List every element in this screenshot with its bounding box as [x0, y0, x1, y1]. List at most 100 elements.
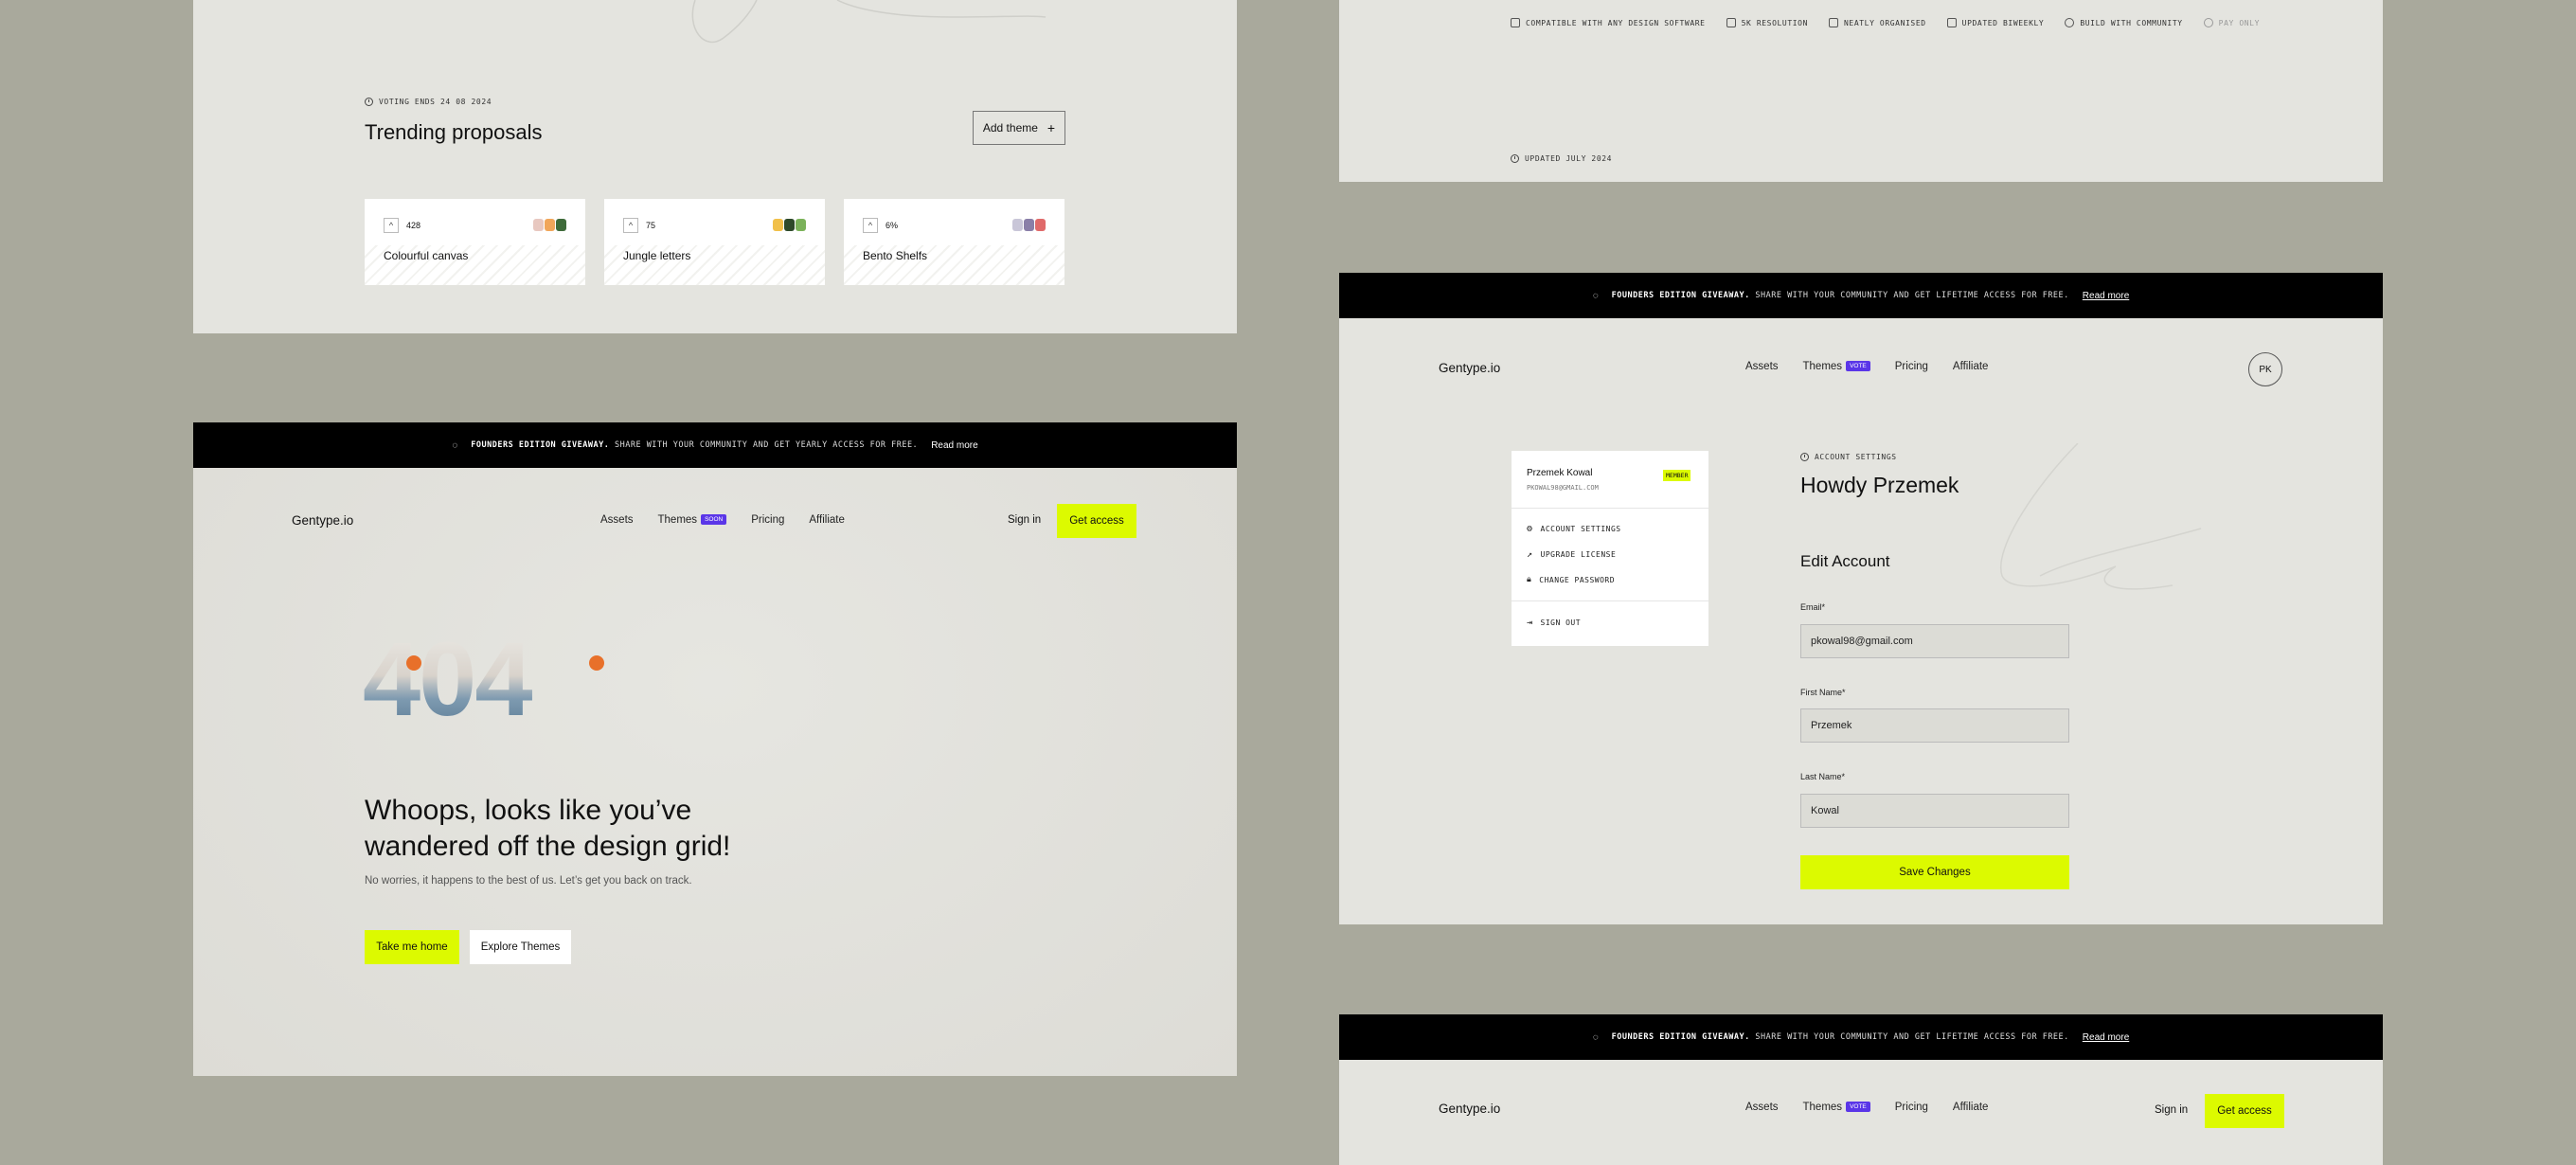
feature-item: UPDATED BIWEEKLY: [1946, 18, 2045, 27]
feature-list: COMPATIBLE WITH ANY DESIGN SOFTWARE 5K R…: [1511, 18, 2260, 27]
add-theme-button[interactable]: Add theme +: [973, 111, 1065, 145]
sign-in-link[interactable]: Sign in: [1008, 514, 1041, 526]
updated-meta: UPDATED JULY 2024: [1511, 154, 1612, 163]
gift-icon: ◌: [452, 439, 458, 451]
logo[interactable]: Gentype.io: [1439, 1102, 1500, 1116]
clock-icon: [365, 98, 373, 106]
vote-control[interactable]: ^ 428: [384, 218, 420, 233]
vote-badge: VOTE: [1846, 1102, 1870, 1113]
nav-pricing[interactable]: Pricing: [1895, 361, 1928, 372]
read-more-link[interactable]: Read more: [2083, 291, 2129, 301]
feature-item: BUILD WITH COMMUNITY: [2065, 18, 2182, 27]
proposal-card[interactable]: ^ 6% Bento Shelfs: [844, 199, 1064, 285]
feature-item: 5K RESOLUTION: [1726, 18, 1808, 27]
promo-banner: ◌ FOUNDERS EDITION GIVEAWAY. SHARE WITH …: [1339, 273, 2383, 318]
sun-decoration: [589, 655, 604, 671]
proposal-name: Bento Shelfs: [863, 249, 928, 262]
account-panel: ◌ FOUNDERS EDITION GIVEAWAY. SHARE WITH …: [1339, 273, 2383, 924]
signature-decoration: [691, 0, 1046, 44]
explore-themes-button[interactable]: Explore Themes: [470, 930, 571, 964]
nav-assets[interactable]: Assets: [1745, 1102, 1779, 1113]
sign-out-button[interactable]: ⇥ SIGN OUT: [1527, 618, 1581, 628]
clock-icon: [1800, 453, 1809, 461]
nav-assets[interactable]: Assets: [1745, 361, 1779, 372]
proposals-panel: VOTING ENDS 24 08 2024 Trending proposal…: [193, 0, 1237, 333]
upvote-icon[interactable]: ^: [384, 218, 399, 233]
divider: [1512, 600, 1708, 601]
greeting: Howdy Przemek: [1800, 473, 1959, 497]
nav-affiliate[interactable]: Affiliate: [1953, 1102, 1989, 1113]
vote-control[interactable]: ^ 75: [623, 218, 655, 233]
error-code-404: 404: [363, 628, 637, 732]
nav-pricing[interactable]: Pricing: [1895, 1102, 1928, 1113]
features-panel: COMPATIBLE WITH ANY DESIGN SOFTWARE 5K R…: [1339, 0, 2383, 182]
account-sidebar: Przemek Kowal PKOWAL98@GMAIL.COM MEMBER …: [1512, 451, 1708, 646]
main-nav: Assets Themes VOTE Pricing Affiliate: [1745, 1102, 1988, 1113]
feature-item: PAY ONLY: [2203, 18, 2260, 27]
sun-decoration: [406, 655, 421, 671]
feature-item: NEATLY ORGANISED: [1829, 18, 1926, 27]
signature-decoration: [2000, 443, 2202, 590]
community-icon: [2065, 18, 2075, 27]
promo-banner: ◌ FOUNDERS EDITION GIVEAWAY. SHARE WITH …: [193, 422, 1237, 468]
proposal-name: Colourful canvas: [384, 249, 469, 262]
read-more-link[interactable]: Read more: [2083, 1032, 2129, 1043]
proposal-card[interactable]: ^ 428 Colourful canvas: [365, 199, 585, 285]
main-nav: Assets Themes SOON Pricing Affiliate: [600, 514, 845, 526]
error-subtext: No worries, it happens to the best of us…: [365, 875, 692, 887]
nav-affiliate[interactable]: Affiliate: [809, 514, 845, 526]
sign-out-icon: ⇥: [1527, 618, 1533, 628]
upvote-icon[interactable]: ^: [623, 218, 638, 233]
read-more-link[interactable]: Read more: [931, 440, 977, 451]
proposal-name: Jungle letters: [623, 249, 691, 262]
box-icon: [1829, 18, 1838, 27]
nav-themes[interactable]: Themes SOON: [658, 514, 727, 526]
link-icon: [2203, 18, 2213, 27]
nav-pricing[interactable]: Pricing: [751, 514, 784, 526]
nav-assets[interactable]: Assets: [600, 514, 634, 526]
first-name-label: First Name*: [1800, 688, 1846, 697]
edit-account-title: Edit Account: [1800, 552, 1890, 570]
take-me-home-button[interactable]: Take me home: [365, 930, 459, 964]
soon-badge: SOON: [701, 514, 727, 526]
logo[interactable]: Gentype.io: [292, 513, 353, 528]
feature-item: COMPATIBLE WITH ANY DESIGN SOFTWARE: [1511, 18, 1706, 27]
promo-banner: ◌ FOUNDERS EDITION GIVEAWAY. SHARE WITH …: [1339, 1014, 2383, 1060]
save-changes-button[interactable]: Save Changes: [1800, 855, 2069, 889]
vote-control[interactable]: ^ 6%: [863, 218, 898, 233]
get-access-button[interactable]: Get access: [1057, 504, 1136, 538]
divider: [1512, 508, 1708, 509]
plus-icon: +: [1046, 120, 1056, 135]
file-icon: [1511, 18, 1520, 27]
lock-icon: 🔒︎: [1527, 575, 1532, 584]
gear-icon: ⚙: [1527, 524, 1533, 534]
nav-affiliate[interactable]: Affiliate: [1953, 361, 1989, 372]
trend-up-icon: ↗: [1527, 549, 1533, 560]
last-name-label: Last Name*: [1800, 772, 1846, 781]
menu-upgrade-license[interactable]: ↗ UPGRADE LICENSE: [1527, 549, 1616, 560]
sign-in-link[interactable]: Sign in: [2155, 1104, 2188, 1116]
voter-avatars: [1012, 219, 1046, 231]
first-name-field[interactable]: Przemek: [1800, 708, 2069, 743]
upvote-icon[interactable]: ^: [863, 218, 878, 233]
error-404-panel: ◌ FOUNDERS EDITION GIVEAWAY. SHARE WITH …: [193, 422, 1237, 1076]
proposals-title: Trending proposals: [365, 120, 543, 144]
nav-themes[interactable]: Themes VOTE: [1803, 361, 1870, 372]
user-avatar[interactable]: PK: [2248, 352, 2282, 386]
header-panel: ◌ FOUNDERS EDITION GIVEAWAY. SHARE WITH …: [1339, 1014, 2383, 1165]
menu-account-settings[interactable]: ⚙ ACCOUNT SETTINGS: [1527, 524, 1621, 534]
get-access-button[interactable]: Get access: [2205, 1094, 2284, 1128]
last-name-field[interactable]: Kowal: [1800, 794, 2069, 828]
nav-themes[interactable]: Themes VOTE: [1803, 1102, 1870, 1113]
menu-change-password[interactable]: 🔒︎ CHANGE PASSWORD: [1527, 575, 1615, 584]
vote-badge: VOTE: [1846, 361, 1870, 372]
user-name: Przemek Kowal: [1527, 468, 1593, 478]
member-badge: MEMBER: [1663, 470, 1691, 481]
voter-avatars: [533, 219, 566, 231]
proposal-card[interactable]: ^ 75 Jungle letters: [604, 199, 825, 285]
main-nav: Assets Themes VOTE Pricing Affiliate: [1745, 361, 1988, 372]
user-email: PKOWAL98@GMAIL.COM: [1527, 484, 1599, 492]
logo[interactable]: Gentype.io: [1439, 361, 1500, 375]
email-field[interactable]: pkowal98@gmail.com: [1800, 624, 2069, 658]
voting-meta: VOTING ENDS 24 08 2024: [365, 98, 492, 106]
